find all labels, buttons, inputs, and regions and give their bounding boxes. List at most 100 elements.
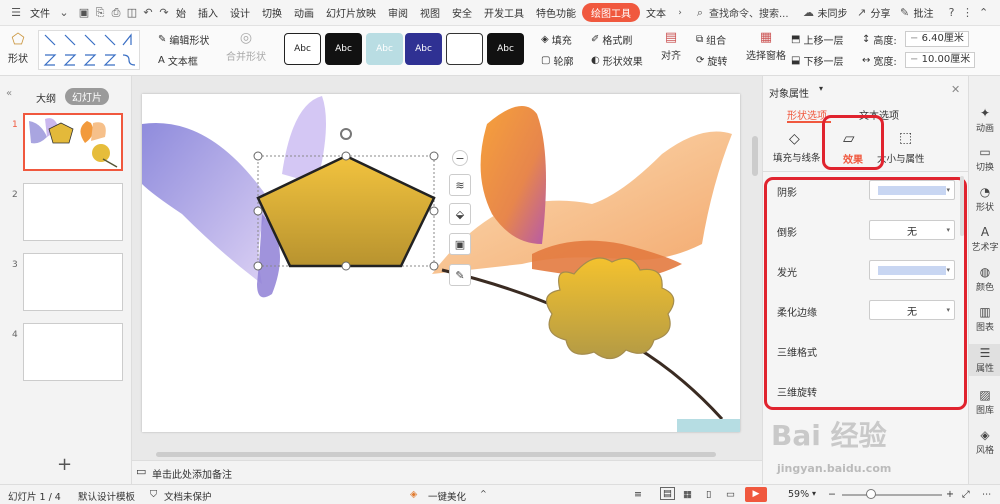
export-icon[interactable]: ⎘ [92,5,108,21]
rotate-button[interactable]: ⟳ 旋转 [696,53,727,68]
tab-home[interactable]: 始 [174,5,192,20]
document-protection[interactable]: 文档未保护 [164,489,212,503]
collapse-ribbon-icon[interactable]: ⌃ [976,5,992,21]
tab-file[interactable]: 文件 [24,5,56,20]
format-brush-button[interactable]: ✐ 格式刷 [591,32,632,47]
textbox-button[interactable]: A 文本框 [158,53,198,68]
group-button[interactable]: ⧉ 组合 [696,32,726,47]
shape-style-3[interactable]: Abc [366,33,403,65]
soften-edge-dropdown[interactable]: 无 ▾ [869,300,955,320]
sidebar-chart[interactable]: ▥ 图表 [969,305,1000,333]
rotate-handle[interactable] [338,126,354,142]
design-template[interactable]: 默认设计模板 [78,489,135,503]
zoom-slider-track[interactable] [842,494,942,496]
align-button[interactable]: ▤ 对齐 [661,30,681,62]
share-button[interactable]: 分享 [870,5,897,20]
zoom-in-icon[interactable]: + [946,489,954,500]
chevron-down-icon[interactable]: ⌄ [56,5,72,21]
reflection-row[interactable]: 倒影 [777,224,797,239]
shadow-dropdown[interactable]: ▾ [869,180,955,200]
tab-shape-options[interactable]: 形状选项 [787,107,827,122]
three-d-format-row[interactable]: 三维格式 [777,344,817,359]
tab-transition[interactable]: 切换 [256,5,288,20]
outline-tab[interactable]: 大纲 [36,90,56,105]
hamburger-icon[interactable]: ☰ [8,5,24,21]
save-icon[interactable]: ▣ [76,5,92,21]
print-icon[interactable]: ⎙ [108,5,124,21]
merge-shape-button[interactable]: ◎ 合并形状 [226,30,266,63]
beautify-chevron-icon[interactable]: ^ [480,489,487,498]
panel-title-chevron-icon[interactable]: ▾ [819,84,823,93]
size-property-tab[interactable]: 大小与属性 [877,151,925,165]
notes-view-icon[interactable]: ▭ [726,489,735,500]
tab-developer[interactable]: 开发工具 [478,5,530,20]
tab-features[interactable]: 特色功能 [530,5,582,20]
tab-slideshow[interactable]: 幻灯片放映 [320,5,382,20]
three-d-rotation-row[interactable]: 三维旋转 [777,384,817,399]
tab-drawing-tools[interactable]: 绘图工具 [582,3,640,22]
notes-toggle-icon[interactable]: ≡ [634,489,642,500]
slide-thumbnail-4[interactable] [23,323,123,381]
fit-window-icon[interactable]: ⤢ [962,489,970,500]
vertical-scrollbar[interactable] [752,136,758,176]
sidebar-shape[interactable]: ◔ 形状 [969,185,1000,213]
print-preview-icon[interactable]: ◫ [124,5,140,21]
more-icon[interactable]: ⋮ [960,5,976,21]
notes-area[interactable]: ▭ 单击此处添加备注 [132,460,762,484]
sidebar-transition[interactable]: ▭ 切换 [969,145,1000,173]
panel-close-icon[interactable]: ✕ [951,83,960,96]
sidebar-gallery[interactable]: ▨ 图库 [969,388,1000,416]
tab-design[interactable]: 设计 [224,5,256,20]
shadow-row[interactable]: 阴影 [777,184,797,199]
sidebar-color[interactable]: ◍ 颜色 [969,265,1000,293]
shape-style-4[interactable]: Abc [405,33,442,65]
tab-insert[interactable]: 插入 [192,5,224,20]
collapse-quick-tools-icon[interactable]: − [452,150,468,166]
status-more-icon[interactable]: ⋯ [982,489,992,500]
reflection-dropdown[interactable]: 无 ▾ [869,220,955,240]
shape-gallery[interactable] [38,30,140,70]
play-slideshow-button[interactable]: ▶ [745,487,767,502]
fill-quick-icon[interactable]: ⬙ [449,203,471,225]
collapse-panel-icon[interactable]: « [6,88,12,99]
selection-pane-button[interactable]: ▦ 选择窗格 [746,30,786,62]
search-command-input[interactable]: 查找命令、搜索... [708,5,795,20]
sidebar-properties[interactable]: ☰ 属性 [969,344,1000,376]
tab-review[interactable]: 审阅 [382,5,414,20]
slide-canvas[interactable] [142,94,740,432]
chevron-right-icon[interactable]: › [672,5,688,21]
tab-animation[interactable]: 动画 [288,5,320,20]
bring-forward-button[interactable]: ⬒ 上移一层 [791,32,843,47]
fill-button[interactable]: ◈ 填充 [541,32,572,47]
panel-scrollbar[interactable] [960,176,964,236]
glow-dropdown[interactable]: ▾ [869,260,955,280]
shape-style-2[interactable]: Abc [325,33,362,65]
outline-button[interactable]: ▢ 轮廓 [541,53,573,68]
slide-thumbnail-3[interactable] [23,253,123,311]
sidebar-animation[interactable]: ✦ 动画 [969,106,1000,134]
reading-view-icon[interactable]: ▯ [706,489,711,500]
tab-security[interactable]: 安全 [446,5,478,20]
edit-quick-icon[interactable]: ✎ [449,264,471,286]
slide-sorter-icon[interactable]: ▦ [683,489,692,500]
add-slide-button[interactable]: + [57,454,72,475]
shape-style-6[interactable]: Abc [487,33,524,65]
soften-edge-row[interactable]: 柔化边缘 [777,304,817,319]
shape-style-1[interactable]: Abc [284,33,321,65]
zoom-out-icon[interactable]: − [828,489,836,500]
normal-view-icon[interactable]: ▤ [660,487,675,500]
zoom-slider-thumb[interactable] [866,489,876,499]
shape-effect-button[interactable]: ◐ 形状效果 [591,53,643,68]
sync-status[interactable]: 未同步 [817,5,854,20]
slides-tab[interactable]: 幻灯片 [65,88,109,105]
frame-quick-icon[interactable]: ▣ [449,233,471,255]
help-icon[interactable]: ? [944,5,960,21]
zoom-dropdown-icon[interactable]: ▾ [812,489,816,498]
slide-thumbnail-1[interactable] [23,113,123,171]
one-click-beautify-button[interactable]: 一键美化 [428,489,466,503]
sidebar-style[interactable]: ◈ 风格 [969,428,1000,456]
shape-style-5[interactable] [446,33,483,65]
slide-thumbnail-2[interactable] [23,183,123,241]
width-input[interactable]: − 10.00厘米 [905,52,975,68]
layer-icon[interactable]: ≋ [449,174,471,196]
